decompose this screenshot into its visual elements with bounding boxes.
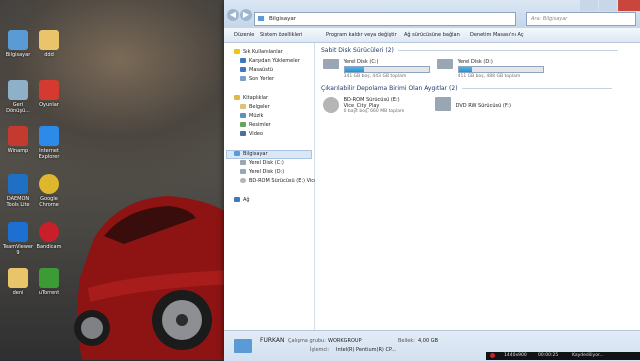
memory-value: 4,00 GB	[418, 338, 439, 344]
winamp-icon	[8, 126, 28, 146]
nav-libraries[interactable]: Kitaplıklar	[234, 95, 268, 101]
internet-explorer-icon	[39, 126, 59, 146]
car-wallpaper-image	[74, 196, 234, 360]
drive-d[interactable]: Yerel Disk (D:) 411 GB boş, 488 GB topla…	[437, 59, 544, 79]
command-bar: Düzenle Sistem özellikleri Program kaldı…	[224, 28, 640, 43]
star-icon	[234, 49, 240, 54]
system-properties-button[interactable]: Sistem özellikleri	[260, 32, 302, 38]
desktop-icon	[240, 67, 246, 72]
dvd-drive-icon	[435, 97, 451, 111]
group-removable-storage: Çıkarılabilir Depolama Birimi Olan Aygıt…	[321, 85, 612, 92]
navigation-pane: Sık Kullanılanlar Karşıdan Yüklemeler Ma…	[224, 43, 317, 330]
title-bar: ◀ ▶ Bilgisayar Ara: Bilgisayar	[224, 0, 640, 28]
nav-computer[interactable]: Bilgisayar	[234, 151, 268, 157]
bandicam-icon	[39, 222, 59, 242]
open-control-panel-button[interactable]: Denetim Masası'nı Aç	[470, 32, 524, 38]
computer-icon	[8, 30, 28, 50]
nav-favorites[interactable]: Sık Kullanılanlar	[234, 49, 283, 55]
address-bar[interactable]: Bilgisayar	[254, 12, 516, 26]
nav-music[interactable]: Müzik	[240, 113, 263, 119]
recording-status-bar: 1440x900 00:00:25 Kaydediliyor...	[486, 352, 640, 360]
desktop-icon-folder-deni[interactable]: deni	[1, 268, 35, 296]
music-icon	[240, 113, 246, 118]
desktop-icon-daemon-tools[interactable]: DAEMON Tools Lite	[1, 174, 35, 208]
folder-icon	[8, 268, 28, 288]
drive-d-usage-bar	[457, 66, 544, 73]
hard-disk-icon	[437, 59, 453, 69]
computer-icon	[258, 16, 264, 21]
drive-c-usage-bar	[343, 66, 430, 73]
organize-button[interactable]: Düzenle	[234, 32, 254, 38]
record-indicator-icon	[490, 353, 495, 358]
chrome-icon	[39, 174, 59, 194]
drive-e[interactable]: BD-ROM Sürücüsü (E:) Vice_City_Play 0 ba…	[323, 97, 404, 114]
address-text: Bilgisayar	[269, 16, 296, 22]
nav-desktop[interactable]: Masaüstü	[240, 67, 273, 73]
content-pane: Sabit Disk Sürücüleri (2) Yerel Disk (C:…	[315, 43, 640, 330]
workgroup-label: Çalışma grubu:	[288, 338, 326, 344]
maximize-button[interactable]	[599, 0, 617, 11]
games-icon	[39, 80, 59, 100]
documents-icon	[240, 104, 246, 109]
recording-status-text: Kaydediliyor...	[572, 353, 604, 358]
teamviewer-icon	[8, 222, 28, 242]
libraries-icon	[234, 95, 240, 100]
map-network-drive-button[interactable]: Ağ sürücüsüne bağlan	[404, 32, 460, 38]
desktop-icon-computer[interactable]: Bilgisayar	[1, 30, 35, 58]
computer-name: FURKAN	[260, 337, 285, 344]
downloads-icon	[240, 58, 246, 63]
hard-disk-icon	[240, 160, 246, 165]
nav-pictures[interactable]: Resimler	[240, 122, 271, 128]
explorer-window: ◀ ▶ Bilgisayar Ara: Bilgisayar Düzenle S…	[224, 0, 640, 361]
desktop-icon-chrome[interactable]: Google Chrome	[32, 174, 66, 208]
desktop-icon-games[interactable]: Oyunlar	[32, 80, 66, 108]
workgroup-value: WORKGROUP	[328, 338, 362, 344]
drive-f[interactable]: DVD RW Sürücüsü (F:)	[435, 97, 511, 111]
nav-local-disk-d[interactable]: Yerel Disk (D:)	[240, 169, 284, 175]
recent-places-icon	[240, 76, 246, 81]
folder-icon	[39, 30, 59, 50]
daemon-tools-icon	[8, 174, 28, 194]
computer-icon	[234, 151, 240, 156]
forward-button[interactable]: ▶	[240, 9, 252, 21]
desktop-icon-folder-ddd[interactable]: ddd	[32, 30, 66, 58]
nav-network[interactable]: Ağ	[234, 197, 250, 203]
group-hard-disk-drives: Sabit Disk Sürücüleri (2)	[321, 47, 618, 54]
cpu-label: İşlemci:	[310, 347, 330, 353]
memory-label: Bellek:	[398, 338, 415, 344]
search-placeholder: Ara: Bilgisayar	[531, 16, 568, 22]
utorrent-icon	[39, 268, 59, 288]
back-button[interactable]: ◀	[227, 9, 239, 21]
cpu-value: Intel(R) Pentium(R) CP...	[336, 347, 396, 353]
hard-disk-icon	[240, 169, 246, 174]
minimize-button[interactable]	[580, 0, 598, 11]
disc-icon	[240, 178, 246, 183]
video-icon	[240, 131, 246, 136]
computer-icon	[234, 339, 252, 353]
search-input[interactable]: Ara: Bilgisayar	[526, 12, 636, 26]
nav-video[interactable]: Video	[240, 131, 263, 137]
pictures-icon	[240, 122, 246, 127]
desktop-icon-utorrent[interactable]: uTorrent	[32, 268, 66, 296]
bd-disc-icon	[323, 97, 339, 113]
desktop-icon-bandicam[interactable]: Bandicam	[32, 222, 66, 250]
nav-downloads[interactable]: Karşıdan Yüklemeler	[240, 58, 300, 64]
hard-disk-icon	[323, 59, 339, 69]
nav-documents[interactable]: Belgeler	[240, 104, 270, 110]
uninstall-program-button[interactable]: Program kaldır veya değiştir	[326, 32, 397, 38]
recycle-bin-icon	[8, 80, 28, 100]
resolution-readout: 1440x900	[504, 353, 527, 358]
timer-readout: 00:00:25	[538, 353, 559, 358]
close-button[interactable]	[618, 0, 640, 11]
nav-local-disk-c[interactable]: Yerel Disk (C:)	[240, 160, 284, 166]
desktop-icon-recycle-bin[interactable]: Geri Dönüşü...	[1, 80, 35, 114]
network-icon	[234, 197, 240, 202]
desktop-icon-teamviewer[interactable]: TeamViewer 9	[1, 222, 35, 256]
desktop-icon-internet-explorer[interactable]: Internet Explorer	[32, 126, 66, 160]
desktop-icon-winamp[interactable]: Winamp	[1, 126, 35, 154]
drive-c[interactable]: Yerel Disk (C:) 341 GB boş, 443 GB topla…	[323, 59, 430, 79]
nav-bd-rom-e[interactable]: BD-ROM Sürücüsü (E:) Vice	[240, 178, 317, 184]
nav-recent-places[interactable]: Son Yerler	[240, 76, 274, 82]
